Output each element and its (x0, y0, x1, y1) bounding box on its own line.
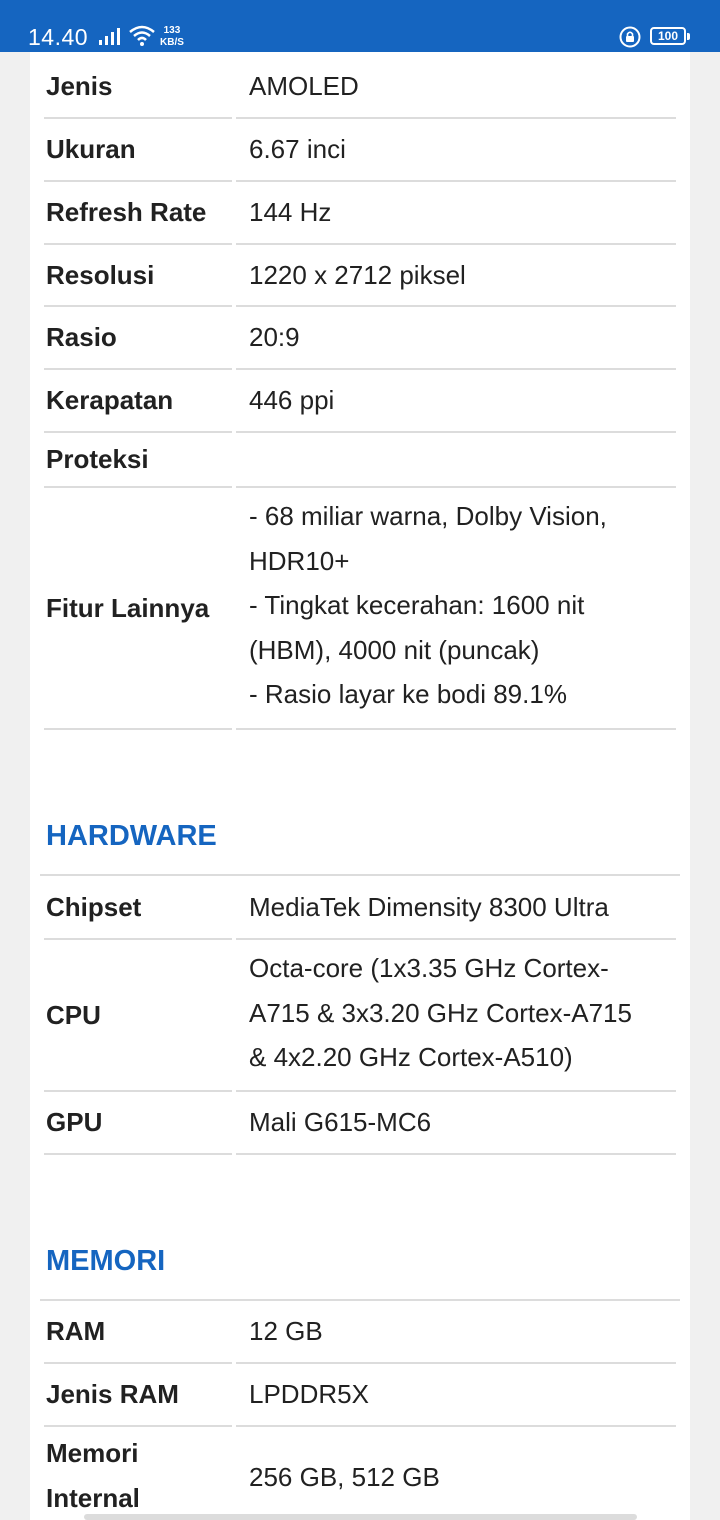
value-line: - Tingkat kecerahan: 1600 nit (249, 590, 585, 620)
wifi-icon (128, 25, 156, 52)
spec-label: Rasio (44, 307, 232, 370)
hardware-spec-table: Chipset MediaTek Dimensity 8300 Ultra CP… (44, 876, 676, 1155)
network-speed: 133 KB/S (160, 25, 184, 49)
table-row: Ukuran 6.67 inci (44, 119, 676, 182)
spec-value: 1220 x 2712 piksel (236, 245, 676, 307)
table-row: Refresh Rate 144 Hz (44, 182, 676, 245)
value-line: & 4x2.20 GHz Cortex-A510) (249, 1042, 573, 1072)
spec-label: Jenis (44, 56, 232, 119)
spec-label: Chipset (44, 876, 232, 940)
battery-indicator: 100 (650, 27, 690, 45)
table-row: RAM 12 GB (44, 1301, 676, 1364)
spec-label: Jenis RAM (44, 1364, 232, 1427)
network-speed-value: 133 (163, 25, 181, 36)
horizontal-scrollbar[interactable] (84, 1514, 637, 1520)
table-row: Fitur Lainnya - 68 miliar warna, Dolby V… (44, 488, 676, 730)
section-title-memori: MEMORI (46, 1245, 166, 1277)
spec-value: MediaTek Dimensity 8300 Ultra (236, 876, 676, 940)
value-line: HDR10+ (249, 545, 350, 576)
spec-label: Memori Internal (44, 1427, 232, 1520)
spec-page[interactable]: Jenis AMOLED Ukuran 6.67 inci Refresh Ra… (30, 52, 690, 1520)
value-line: - Rasio layar ke bodi 89.1% (249, 679, 567, 709)
table-row: Rasio 20:9 (44, 307, 676, 370)
spec-value (236, 433, 676, 488)
spec-label: Refresh Rate (44, 182, 232, 245)
spec-value: Octa-core (1x3.35 GHz Cortex- A715 & 3x3… (236, 940, 676, 1092)
spec-value: 12 GB (236, 1301, 676, 1364)
spec-value: LPDDR5X (236, 1364, 676, 1427)
spec-value: Mali G615-MC6 (236, 1092, 676, 1155)
status-time: 14.40 (28, 24, 89, 50)
spec-label: Fitur Lainnya (44, 488, 232, 730)
status-bar: 14.40 133 KB/S 100 (0, 0, 720, 52)
spec-label: Resolusi (44, 245, 232, 307)
memori-spec-table: RAM 12 GB Jenis RAM LPDDR5X Memori Inter… (44, 1301, 676, 1520)
spec-value: AMOLED (236, 56, 676, 119)
spec-value: 256 GB, 512 GB (236, 1427, 676, 1520)
table-row: Chipset MediaTek Dimensity 8300 Ultra (44, 876, 676, 940)
value-line: Octa-core (1x3.35 GHz Cortex- (249, 953, 609, 983)
value-line: A715 & 3x3.20 GHz Cortex-A715 (249, 997, 632, 1028)
spec-value: 20:9 (236, 307, 676, 370)
table-row: Jenis AMOLED (44, 56, 676, 119)
table-row: CPU Octa-core (1x3.35 GHz Cortex- A715 &… (44, 940, 676, 1092)
spec-label: GPU (44, 1092, 232, 1155)
signal-bars-icon (99, 28, 123, 51)
spec-label: Proteksi (44, 433, 232, 488)
table-row: Memori Internal 256 GB, 512 GB (44, 1427, 676, 1520)
table-row: Resolusi 1220 x 2712 piksel (44, 245, 676, 307)
spec-label: RAM (44, 1301, 232, 1364)
spec-value: 446 ppi (236, 370, 676, 433)
section-title-hardware: HARDWARE (46, 820, 217, 852)
rotation-lock-icon (619, 26, 641, 53)
label-line: Memori (46, 1438, 139, 1468)
spec-label: Kerapatan (44, 370, 232, 433)
spec-value: 144 Hz (236, 182, 676, 245)
table-row: Jenis RAM LPDDR5X (44, 1364, 676, 1427)
table-row: Kerapatan 446 ppi (44, 370, 676, 433)
spec-value: - 68 miliar warna, Dolby Vision, HDR10+ … (236, 488, 676, 730)
value-line: (HBM), 4000 nit (puncak) (249, 634, 540, 665)
layar-spec-table: Jenis AMOLED Ukuran 6.67 inci Refresh Ra… (44, 56, 676, 730)
spec-value: 6.67 inci (236, 119, 676, 182)
value-line: - 68 miliar warna, Dolby Vision, (249, 501, 607, 531)
table-row: GPU Mali G615-MC6 (44, 1092, 676, 1155)
spec-label: Ukuran (44, 119, 232, 182)
spec-label: CPU (44, 940, 232, 1092)
network-speed-unit: KB/S (160, 37, 184, 48)
table-row: Proteksi (44, 433, 676, 488)
